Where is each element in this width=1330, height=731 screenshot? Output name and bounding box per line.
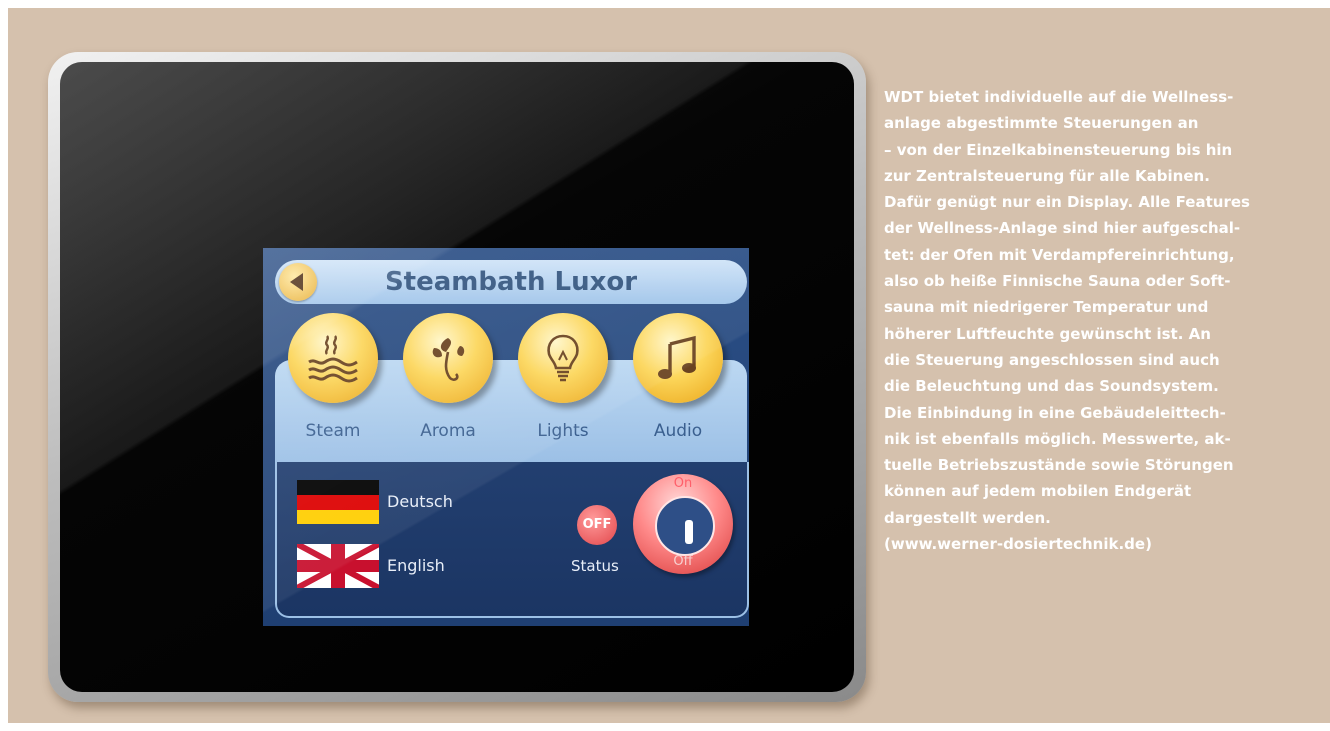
language-english-label: English [387, 556, 445, 575]
feature-panel: Steam Aroma Lights Audio [275, 313, 747, 462]
feature-lights-button[interactable]: Lights [508, 313, 618, 451]
feature-audio-label: Audio [653, 421, 703, 441]
settings-panel: Deutsch English OFF Status On Off [275, 462, 749, 618]
music-icon [633, 313, 723, 403]
status-badge: OFF [577, 505, 617, 545]
feature-steam-button[interactable]: Steam [278, 313, 388, 451]
power-on-label: On [673, 476, 693, 491]
article-line: tet: der Ofen mit Verdampfereinrichtung, [884, 245, 1235, 264]
uk-flag-icon [297, 544, 379, 588]
power-button[interactable]: On Off [633, 474, 733, 574]
device-screen: Steambath Luxor Steam Aroma Lights Audio… [60, 62, 854, 692]
feature-lights-label: Lights [537, 421, 589, 441]
lightbulb-icon [518, 313, 608, 403]
page-frame: Steambath Luxor Steam Aroma Lights Audio… [0, 0, 1330, 731]
aroma-icon [403, 313, 493, 403]
german-flag-icon [297, 480, 379, 524]
touch-display: Steambath Luxor Steam Aroma Lights Audio… [263, 248, 749, 626]
article-line: – von der Einzelkabinensteuerung bis hin [884, 140, 1233, 159]
feature-audio-button[interactable]: Audio [623, 313, 733, 451]
article-text: WDT bietet individuelle auf die Wellness… [884, 84, 1314, 557]
article-line: die Steuerung angeschlossen sind auch [884, 350, 1220, 369]
article-line: dargestellt werden. [884, 508, 1051, 527]
article-line: sauna mit niedrigerer Temperatur und [884, 298, 1209, 317]
feature-steam-label: Steam [305, 421, 361, 441]
article-line: Die Einbindung in eine Gebäudeleittech- [884, 403, 1226, 422]
power-off-label: Off [673, 554, 693, 569]
article-line: tuelle Betriebszustände sowie Störungen [884, 456, 1234, 475]
article-line: die Beleuchtung und das Soundsystem. [884, 377, 1219, 396]
steam-icon [288, 313, 378, 403]
title-bar: Steambath Luxor [275, 260, 747, 304]
article-line: (www.werner-dosiertechnik.de) [884, 535, 1152, 554]
feature-aroma-label: Aroma [420, 421, 476, 441]
feature-aroma-button[interactable]: Aroma [393, 313, 503, 451]
language-english-button[interactable]: English [297, 544, 497, 588]
article-line: Dafür genügt nur ein Display. Alle Featu… [884, 193, 1250, 212]
page-title: Steambath Luxor [384, 267, 638, 297]
article-line: höherer Luftfeuchte gewünscht ist. An [884, 324, 1211, 343]
article-line: anlage abgestimmte Steuerungen an [884, 114, 1199, 133]
article-line: der Wellness-Anlage sind hier aufgeschal… [884, 219, 1241, 238]
power-symbol [685, 520, 693, 544]
language-deutsch-label: Deutsch [387, 492, 453, 511]
power-icon [655, 496, 715, 556]
article-line: zur Zentralsteuerung für alle Kabinen. [884, 166, 1210, 185]
beige-panel: Steambath Luxor Steam Aroma Lights Audio… [8, 8, 1330, 723]
article-line: nik ist ebenfalls möglich. Messwerte, ak… [884, 429, 1231, 448]
status-label: Status [571, 557, 619, 575]
article-line: also ob heiße Finnische Sauna oder Soft- [884, 272, 1231, 291]
article-line: können auf jedem mobilen Endgerät [884, 482, 1192, 501]
article-line: WDT bietet individuelle auf die Wellness… [884, 88, 1234, 106]
language-deutsch-button[interactable]: Deutsch [297, 480, 497, 524]
